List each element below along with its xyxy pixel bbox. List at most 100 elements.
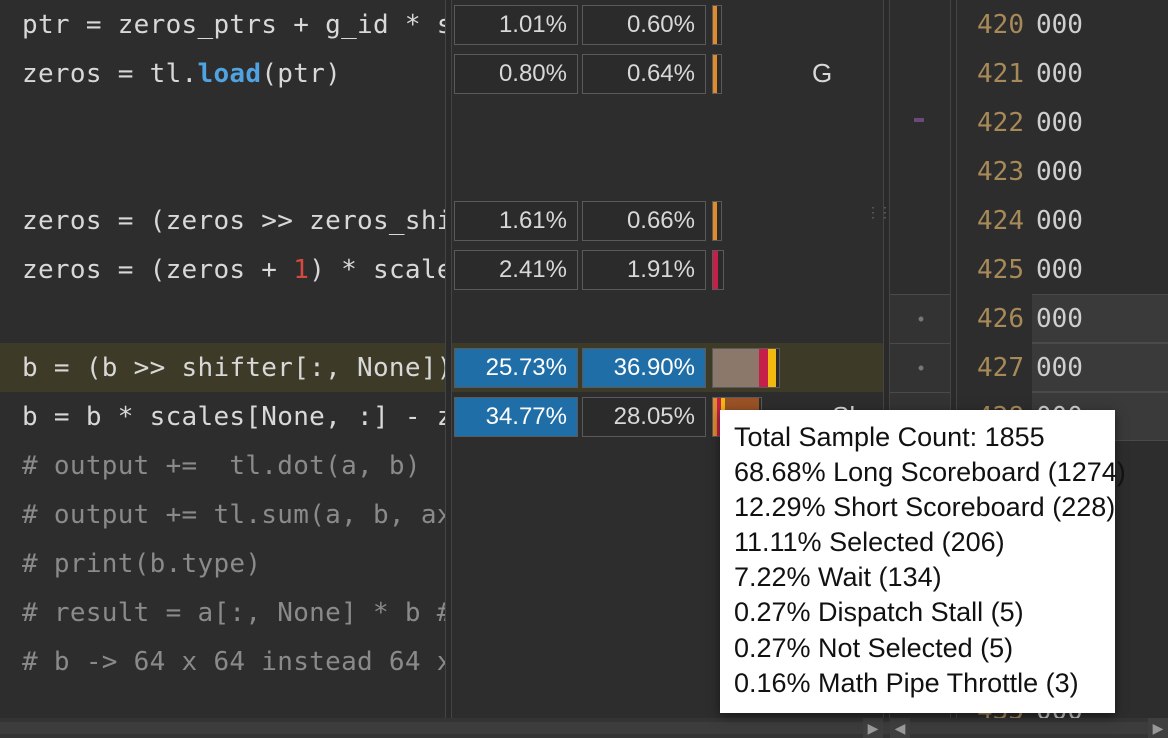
stall-bar-row[interactable] xyxy=(708,294,883,343)
scrollbar-track[interactable] xyxy=(910,722,950,734)
tooltip-row: 0.27% Dispatch Stall (5) xyxy=(734,595,1101,630)
breakpoint-dot-icon[interactable]: • xyxy=(890,309,950,330)
metric-cell-wrap: 28.05% xyxy=(580,392,708,441)
disassembly-line[interactable]: 000 xyxy=(1032,196,1168,245)
stall-bar-row[interactable] xyxy=(708,245,883,294)
source-line[interactable]: ptr = zeros_ptrs + g_id * stride_z xyxy=(0,0,445,49)
tooltip-row: 12.29% Short Scoreboard (228) xyxy=(734,490,1101,525)
line-number: 423 xyxy=(957,147,1032,196)
splitter-1[interactable] xyxy=(445,0,452,738)
metric-cell[interactable]: 1.61% xyxy=(454,201,578,241)
metric-cell-wrap: 0.80% xyxy=(452,49,580,98)
gutter-row[interactable] xyxy=(890,147,950,196)
metric-cell-wrap xyxy=(580,147,708,196)
stall-bar[interactable] xyxy=(712,54,722,94)
profiler-view: ptr = zeros_ptrs + g_id * stride_zzeros … xyxy=(0,0,1168,738)
metric-cell[interactable]: 0.66% xyxy=(582,201,706,241)
source-line[interactable]: zeros = (zeros >> zeros_shifter) & xyxy=(0,196,445,245)
source-line[interactable]: # b -> 64 x 64 instead 64 x 32 xyxy=(0,637,445,686)
tooltip-row: 0.27% Not Selected (5) xyxy=(734,631,1101,666)
source-line[interactable] xyxy=(0,147,445,196)
metric-cell[interactable]: 1.91% xyxy=(582,250,706,290)
metric-cell[interactable]: 25.73% xyxy=(454,348,578,388)
metric-cell-wrap xyxy=(452,637,580,686)
gutter-row[interactable] xyxy=(890,245,950,294)
source-line[interactable]: # result = a[:, None] * b # (1 x 64 x xyxy=(0,588,445,637)
disassembly-line[interactable]: 000 xyxy=(1032,294,1168,343)
disassembly-line[interactable]: 000 xyxy=(1032,98,1168,147)
stall-bar[interactable] xyxy=(712,5,722,45)
source-line[interactable] xyxy=(0,98,445,147)
gutter-row[interactable] xyxy=(890,49,950,98)
metric-cell-wrap: 0.64% xyxy=(580,49,708,98)
gutter-h-scrollbar[interactable]: ◀ xyxy=(890,718,950,738)
metric-column-2: 0.60% 0.64% 0.66% 1.91% 36.90% 28.05% xyxy=(580,0,708,738)
source-line[interactable]: # output += tl.sum(a, b, axis=0) xyxy=(0,490,445,539)
metric-cell-wrap xyxy=(580,441,708,490)
gutter-row[interactable] xyxy=(890,98,950,147)
metric-cell[interactable]: 0.64% xyxy=(582,54,706,94)
source-code-panel[interactable]: ptr = zeros_ptrs + g_id * stride_zzeros … xyxy=(0,0,445,738)
line-number: 422 xyxy=(957,98,1032,147)
stall-bar-row[interactable] xyxy=(708,98,883,147)
source-line[interactable]: # output += tl.dot(a, b) xyxy=(0,441,445,490)
gutter-row[interactable] xyxy=(890,196,950,245)
metric-cell-wrap xyxy=(452,588,580,637)
bar-h-scrollbar[interactable]: ▶ xyxy=(452,718,883,738)
metric-cell[interactable]: 2.41% xyxy=(454,250,578,290)
metric-cell-wrap xyxy=(580,637,708,686)
metric-cell[interactable]: 0.60% xyxy=(582,5,706,45)
disassembly-line[interactable]: 000 xyxy=(1032,343,1168,392)
scroll-right-button[interactable]: ▶ xyxy=(863,718,883,738)
gutter-row[interactable] xyxy=(890,0,950,49)
stall-bar-row[interactable] xyxy=(708,196,883,245)
disassembly-line[interactable]: 000 xyxy=(1032,147,1168,196)
source-line[interactable]: zeros = tl.load(ptr) xyxy=(0,49,445,98)
metric-cell-wrap xyxy=(580,98,708,147)
line-number: 426 xyxy=(957,294,1032,343)
metric-cell-wrap xyxy=(452,98,580,147)
stall-bar-row[interactable]: G xyxy=(708,49,883,98)
metric-cell[interactable]: 28.05% xyxy=(582,397,706,437)
stall-segment xyxy=(759,349,768,387)
scrollbar-track[interactable] xyxy=(452,722,863,734)
metric-cell[interactable]: 1.01% xyxy=(454,5,578,45)
source-line[interactable]: # print(b.type) xyxy=(0,539,445,588)
metric-cell-wrap xyxy=(580,539,708,588)
source-line[interactable]: b = (b >> shifter[:, None]) & 0xF xyxy=(0,343,445,392)
line-number: 424 xyxy=(957,196,1032,245)
breakpoint-dot-icon[interactable]: • xyxy=(890,358,950,379)
metric-cell[interactable]: 0.80% xyxy=(454,54,578,94)
stall-bar-row[interactable] xyxy=(708,0,883,49)
metric-cell-wrap: 0.66% xyxy=(580,196,708,245)
metric-cell-wrap: 1.91% xyxy=(580,245,708,294)
source-line[interactable]: zeros = (zeros + 1) * scales xyxy=(0,245,445,294)
scroll-left-button[interactable]: ◀ xyxy=(890,718,910,738)
metric-cell[interactable]: 36.90% xyxy=(582,348,706,388)
stall-bar-row[interactable] xyxy=(708,147,883,196)
scroll-right-button[interactable]: ▶ xyxy=(1148,718,1168,738)
source-line[interactable] xyxy=(0,294,445,343)
metric-cell-wrap xyxy=(580,294,708,343)
metric-cell-wrap xyxy=(580,490,708,539)
stall-bar[interactable] xyxy=(712,250,724,290)
gutter-row[interactable]: • xyxy=(890,343,950,392)
metric-cell-wrap xyxy=(452,490,580,539)
stall-bar-row[interactable] xyxy=(708,343,883,392)
bar-label: G xyxy=(812,58,832,89)
metric-cell-wrap: 25.73% xyxy=(452,343,580,392)
metric-cell-wrap xyxy=(452,294,580,343)
source-line[interactable]: b = b * scales[None, :] - zeros[N xyxy=(0,392,445,441)
metric-cell[interactable]: 34.77% xyxy=(454,397,578,437)
line-number: 421 xyxy=(957,49,1032,98)
disassembly-line[interactable]: 000 xyxy=(1032,0,1168,49)
tooltip-row: 68.68% Long Scoreboard (1274) xyxy=(734,455,1101,490)
stall-bar[interactable] xyxy=(712,201,722,241)
metric-cell-wrap: 1.01% xyxy=(452,0,580,49)
gutter-row[interactable]: • xyxy=(890,294,950,343)
disassembly-line[interactable]: 000 xyxy=(1032,49,1168,98)
metric-cell-wrap xyxy=(580,588,708,637)
resize-grip-icon[interactable]: ⋮⋮ xyxy=(866,204,890,221)
disassembly-line[interactable]: 000 xyxy=(1032,245,1168,294)
stall-bar[interactable] xyxy=(712,348,780,388)
